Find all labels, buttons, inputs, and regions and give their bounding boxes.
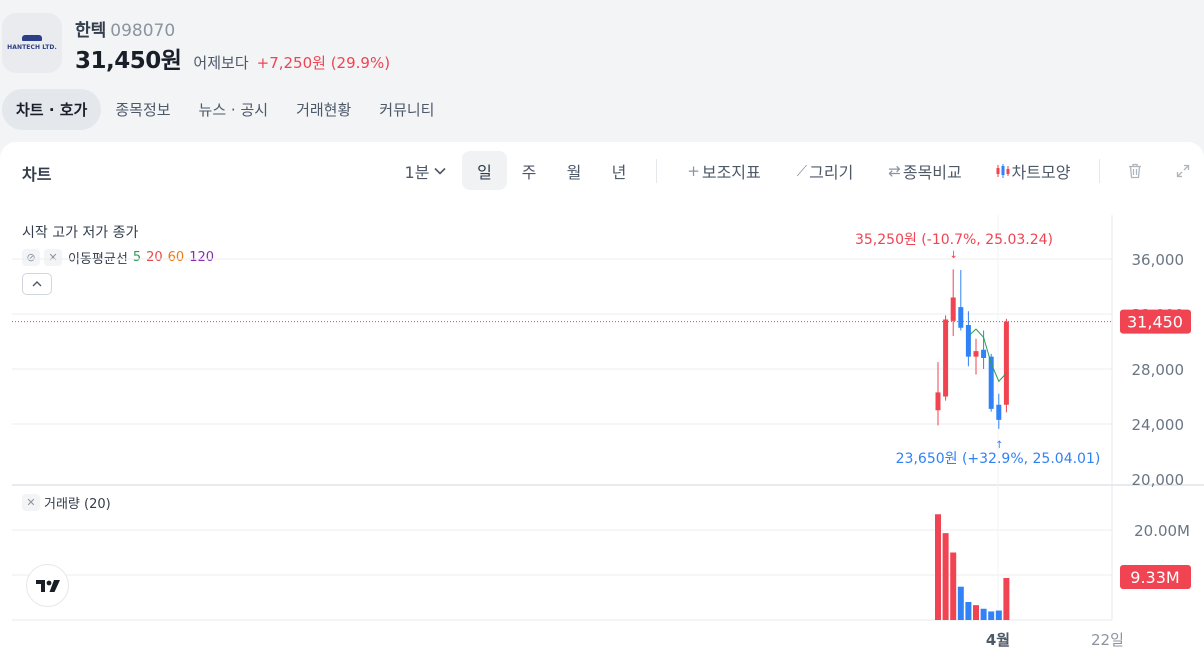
volume-bar [988,611,995,620]
candle-body [981,349,987,358]
volume-bar [995,610,1002,620]
volume-bar [980,608,987,620]
candle-body [996,404,1002,420]
price-tick-label: 20,000 [1132,471,1185,489]
volume-tick-label: 20.00M [1134,522,1190,540]
candle-body [943,319,949,397]
current-volume-label: 9.33M [1130,568,1179,587]
volume-bar [935,514,941,620]
high-arrow-icon: ↓ [950,250,958,261]
price-tick-label: 36,000 [1132,251,1185,269]
x-tick-label: 22일 [1091,631,1124,649]
x-tick-label: 4월 [986,631,1010,649]
candle-body [973,351,979,357]
candle-body [950,297,956,321]
volume-bar [973,605,979,620]
high-price-annotation: 35,250원 (-10.7%, 25.03.24) [855,232,1053,248]
candle-body [965,325,971,357]
candle-body [935,392,941,411]
price-chart[interactable]: 36,00032,00028,00024,00020,00020.00M4월22… [0,0,1204,666]
candle-body [1003,321,1009,405]
volume-bar [1003,578,1010,620]
volume-bar [965,602,972,620]
tv-mark-icon [35,579,60,592]
volume-bar [950,552,957,620]
price-tick-label: 28,000 [1132,361,1185,379]
low-price-annotation: 23,650원 (+32.9%, 25.04.01) [896,451,1101,467]
low-arrow-icon: ↑ [995,440,1003,451]
volume-bar [942,533,949,620]
tradingview-logo-icon[interactable] [26,564,69,607]
volume-bar [957,586,964,620]
current-price-label: 31,450 [1127,313,1183,332]
candle-body [958,307,964,328]
price-tick-label: 24,000 [1132,416,1185,434]
